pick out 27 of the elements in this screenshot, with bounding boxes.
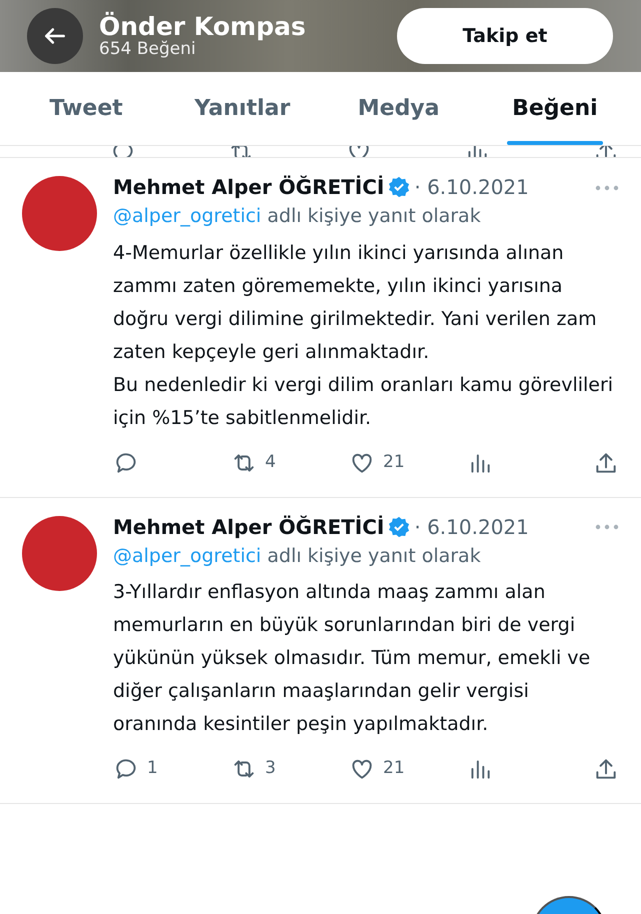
retweet-button[interactable]: 4 <box>231 450 349 476</box>
count: 21 <box>383 757 405 780</box>
count: 1 <box>147 757 158 780</box>
count: 4 <box>265 450 276 474</box>
tweet-date: · 6.10.2021 <box>414 514 529 540</box>
tab[interactable]: Yanıtlar <box>164 72 320 145</box>
reply-button[interactable]: 1 <box>113 756 231 782</box>
reply-context: @alper_ogretici adlı kişiye yanıt olarak <box>113 544 482 568</box>
author-name: Mehmet Alper ÖĞRETİCİ <box>113 174 384 201</box>
count: 3 <box>265 757 276 780</box>
more-dots-icon <box>595 184 619 191</box>
tweet-date: · 6.10.2021 <box>414 174 529 201</box>
tab[interactable]: Medya <box>320 72 477 145</box>
follow-button[interactable]: Takip et <box>397 8 613 64</box>
like-button[interactable]: 21 <box>349 450 467 476</box>
tweet-text: 3-Yıllardır enflasyon altında maaş zammı alan memurların en büyük sorunlarından biri de vergi yükünün yüksek olmasıdır. Tüm memur, emekli ve diğer çalışanların maaşlarından gelir vergisi oranında kesintiler peşin yapılmaktadır. <box>113 580 592 737</box>
tweet-text: 4-Memurlar özellikle yılın ikinci yarısında alınan zammı zaten görememekte, yılın ikinci yarısına doğru vergi dilimine girilmektedir. Yani verilen zam zaten kepçeyle geri alınmaktadır. Bu nedenledir ki vergi dilim oranları kamu görevlileri için %15’te sabitlenmelidir. <box>113 240 614 430</box>
retweet-button[interactable]: 3 <box>231 756 349 782</box>
reply-context: @alper_ogretici adlı kişiye yanıt olarak <box>113 204 482 229</box>
more-dots-icon <box>595 524 619 530</box>
profile-name: Önder Kompas <box>99 12 307 40</box>
tab[interactable]: Beğeni <box>476 72 633 145</box>
tab[interactable]: Tweet <box>8 72 164 145</box>
likes-count: 654 Beğeni <box>99 40 196 60</box>
like-button[interactable]: 21 <box>349 756 467 782</box>
count: 21 <box>383 450 405 474</box>
author-name: Mehmet Alper ÖĞRETİCİ <box>113 514 384 540</box>
